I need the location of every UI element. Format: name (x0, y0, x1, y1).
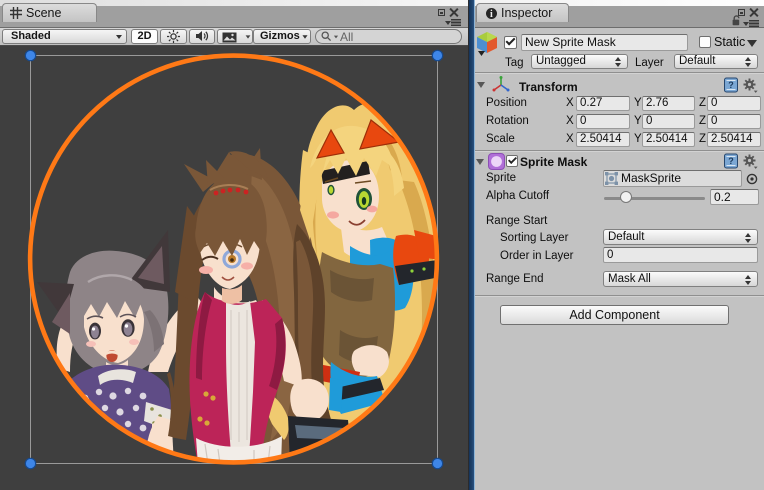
svg-text:?: ? (728, 80, 734, 90)
svg-text:?: ? (728, 156, 734, 166)
